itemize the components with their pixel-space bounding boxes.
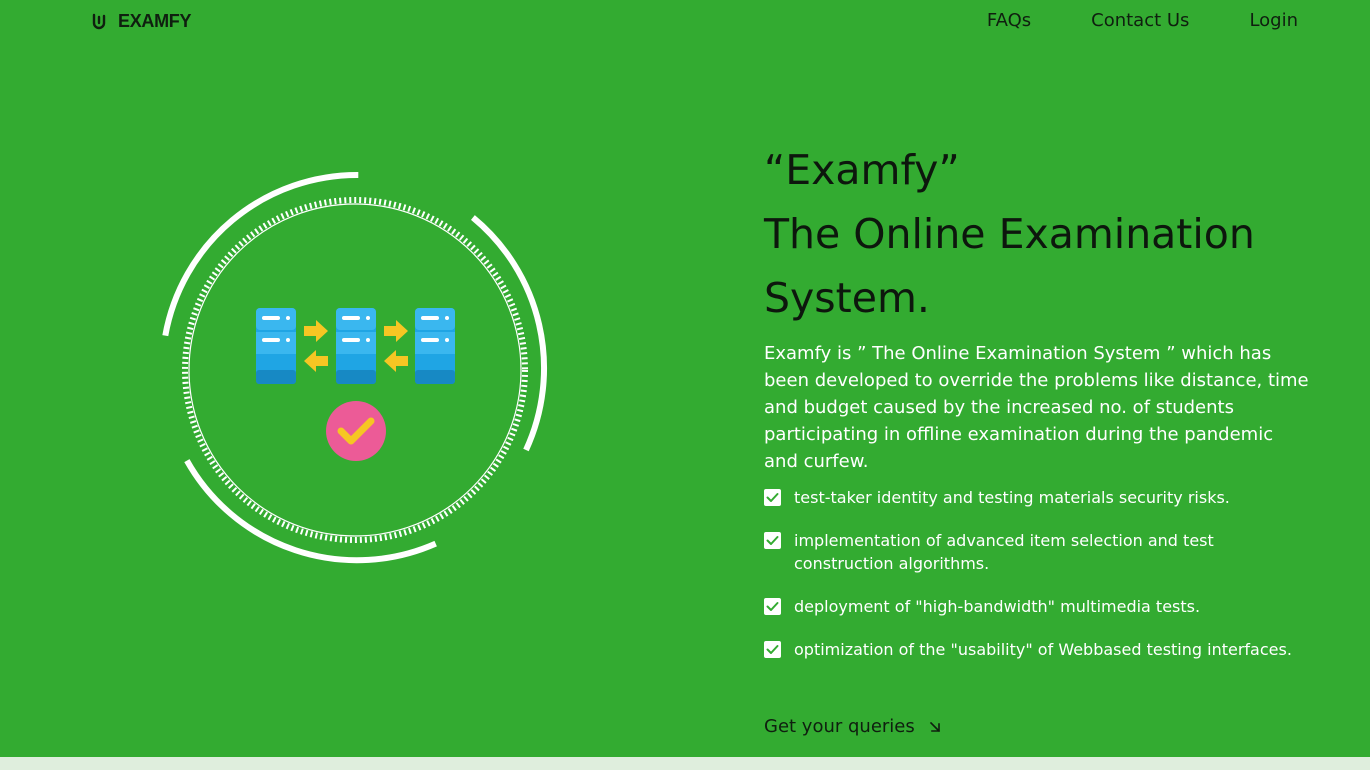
- checkbox-checked-icon: [764, 489, 781, 506]
- paperclip-logo-icon: [92, 13, 106, 30]
- list-item: implementation of advanced item selectio…: [764, 529, 1309, 575]
- feature-text: test-taker identity and testing material…: [794, 488, 1230, 507]
- brand-name: EXAMFY: [118, 10, 192, 31]
- nav-link-login[interactable]: Login: [1249, 10, 1298, 32]
- checkbox-checked-icon: [764, 532, 781, 549]
- list-item: deployment of "high-bandwidth" multimedi…: [764, 595, 1309, 618]
- brand-logo-link[interactable]: EXAMFY: [90, 10, 192, 32]
- main-nav: FAQs Contact Us Login: [987, 10, 1298, 32]
- feature-text: deployment of "high-bandwidth" multimedi…: [794, 597, 1201, 616]
- bottom-strip: [0, 757, 1370, 770]
- page-title: “Examfy” The Online Examination System.: [764, 138, 1324, 330]
- nav-link-contact-us[interactable]: Contact Us: [1091, 10, 1189, 32]
- server-sync-illustration: [162, 171, 547, 564]
- feature-list: test-taker identity and testing material…: [764, 486, 1309, 681]
- feature-text: optimization of the "usability" of Webba…: [794, 640, 1292, 659]
- check-badge-icon: [326, 401, 386, 461]
- intro-paragraph: Examfy is ” The Online Examination Syste…: [764, 343, 1309, 472]
- list-item: test-taker identity and testing material…: [764, 486, 1309, 509]
- feature-text: implementation of advanced item selectio…: [794, 531, 1214, 573]
- list-item: optimization of the "usability" of Webba…: [764, 638, 1309, 661]
- cta-label: Get your queries: [764, 716, 915, 737]
- checkbox-checked-icon: [764, 598, 781, 615]
- headline-line-3: System.: [764, 274, 930, 322]
- headline-line-1: “Examfy”: [764, 146, 960, 194]
- arrow-down-right-icon: [929, 721, 940, 732]
- nav-link-faqs[interactable]: FAQs: [987, 10, 1031, 32]
- server-icon: [256, 308, 296, 384]
- server-icon: [336, 308, 376, 384]
- get-queries-link[interactable]: Get your queries: [764, 715, 941, 738]
- headline-line-2: The Online Examination: [764, 210, 1255, 258]
- checkbox-checked-icon: [764, 641, 781, 658]
- server-icon: [415, 308, 455, 384]
